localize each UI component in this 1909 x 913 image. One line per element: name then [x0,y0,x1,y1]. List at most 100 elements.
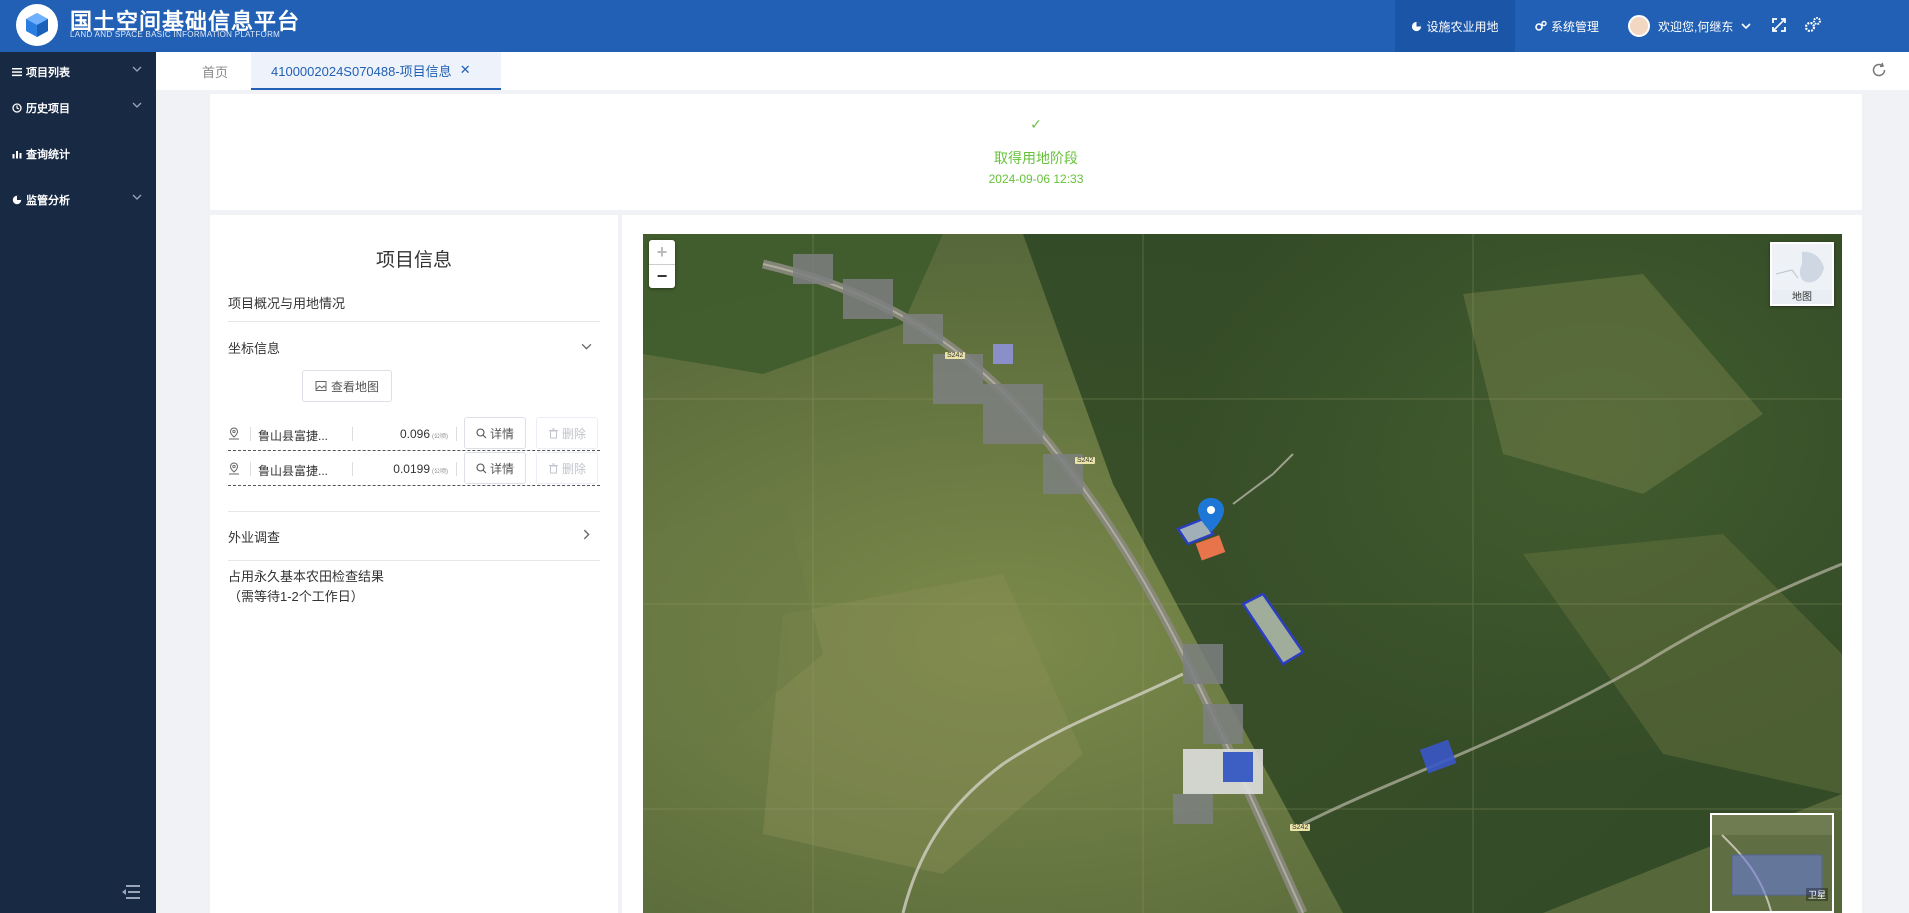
platform-logo[interactable] [16,4,58,46]
collapse-sidebar-icon[interactable] [122,884,140,905]
coord-name: 鲁山县富捷... [258,464,329,478]
overview-map[interactable]: 卫星 [1710,813,1834,913]
view-map-label: 查看地图 [330,379,379,394]
detail-label: 详情 [489,461,514,476]
user-greeting: 欢迎您,何继东 [1658,19,1734,34]
gears-icon [1535,20,1547,31]
chevron-down-icon [132,102,142,108]
view-map-button[interactable]: 查看地图 [302,370,392,402]
divider [228,321,600,322]
road-label: S242 [1290,824,1311,831]
satellite-imagery [643,234,1842,913]
coord-row: 鲁山县富捷... 0.0199 (公顷) 详情 删除 [228,452,600,486]
delete-button[interactable]: 删除 [536,452,598,484]
sidebar-item-label: 项目列表 [26,67,70,79]
user-menu[interactable]: 欢迎您,何继东 [1628,0,1751,52]
road-label: S242 [1075,457,1096,464]
satellite-map[interactable]: S242 S242 S242 + − 地图 卫星 [643,234,1842,913]
location-pin-icon [229,427,239,440]
close-icon[interactable]: ✕ [460,62,471,78]
check-result-note: （需等待1-2个工作日） [228,589,364,604]
coord-area: 0.096 (公顷) [348,427,448,441]
sidebar: 项目列表 历史项目 查询统计 监管分析 [0,52,156,913]
basemap-switcher[interactable]: 地图 [1770,242,1834,306]
section-coords-label: 坐标信息 [228,341,281,356]
detail-button[interactable]: 详情 [464,452,526,484]
sidebar-item-history[interactable]: 历史项目 [12,98,142,118]
stage-date: 2024-09-06 12:33 [988,172,1084,186]
pie-chart-icon [12,195,22,205]
image-icon [315,381,327,391]
chevron-right-icon [583,529,590,540]
coord-area-unit: (公顷) [432,469,448,475]
zoom-in-button[interactable]: + [649,240,675,264]
divider [228,511,600,512]
chevron-down-icon [581,343,592,350]
coord-area-unit: (公顷) [432,434,448,440]
avatar [1628,15,1650,37]
detail-button[interactable]: 详情 [464,417,526,449]
farmland-check-result: 占用永久基本农田检查结果 （需等待1-2个工作日） [228,567,600,607]
coord-row: 鲁山县富捷... 0.096 (公顷) 详情 删除 [228,417,600,451]
stage-card: ✓ 取得用地阶段 2024-09-06 12:33 [210,94,1862,210]
sidebar-item-label: 历史项目 [26,103,70,115]
section-coords[interactable]: 坐标信息 [228,338,600,357]
basemap-thumbnail [1772,244,1832,290]
road-label: S242 [945,352,966,359]
trash-icon [548,463,558,473]
trash-icon [548,428,558,438]
location-pin-icon [229,462,239,475]
nav-facility-agriculture[interactable]: 设施农业用地 [1395,0,1515,52]
nav-system-management[interactable]: 系统管理 [1535,0,1599,52]
section-overview[interactable]: 项目概况与用地情况 [228,293,600,312]
check-icon: ✓ [1030,116,1042,132]
nav-facility-agriculture-label: 设施农业用地 [1426,19,1499,34]
delete-label: 删除 [561,426,586,441]
divider [456,462,457,476]
chevron-down-icon [1741,23,1751,30]
chevron-down-icon [132,194,142,200]
coord-area-value: 0.0199 [393,462,430,476]
divider [456,427,457,441]
divider [228,560,600,561]
top-header: 国土空间基础信息平台 LAND AND SPACE BASIC INFORMAT… [0,0,1909,52]
sidebar-item-query-stats[interactable]: 查询统计 [12,144,142,164]
fullscreen-icon[interactable] [1768,14,1790,36]
settings-icon[interactable] [1802,14,1824,36]
tab-project-info-label: 4100002024S070488-项目信息 [271,63,452,79]
search-icon [476,427,487,438]
search-icon [476,462,487,473]
coord-area-value: 0.096 [399,427,430,441]
nav-system-management-label: 系统管理 [1551,19,1600,34]
pie-chart-icon [1412,21,1422,31]
sidebar-item-label: 监管分析 [26,195,70,207]
tab-bar: 首页 4100002024S070488-项目信息 ✕ [156,52,1909,90]
overview-label: 卫星 [1805,888,1828,901]
tab-project-info[interactable]: 4100002024S070488-项目信息 ✕ [251,52,501,90]
stage-label: 取得用地阶段 [994,150,1078,166]
tab-home[interactable]: 首页 [202,52,228,90]
zoom-control: + − [649,240,675,288]
bar-chart-icon [12,151,22,159]
sidebar-item-project-list[interactable]: 项目列表 [12,62,142,82]
check-result-title: 占用永久基本农田检查结果 [228,569,385,584]
section-field-survey[interactable]: 外业调查 [228,527,600,546]
coord-area: 0.0199 (公顷) [348,462,448,476]
cube-icon [26,13,48,37]
refresh-icon[interactable] [1871,62,1887,83]
delete-button[interactable]: 删除 [536,417,598,449]
divider [250,462,251,476]
detail-label: 详情 [489,426,514,441]
zoom-out-button[interactable]: − [649,264,675,288]
sidebar-item-supervision[interactable]: 监管分析 [12,190,142,210]
sidebar-item-label: 查询统计 [26,149,70,161]
delete-label: 删除 [561,461,586,476]
coord-name: 鲁山县富捷... [258,429,329,443]
chevron-down-icon [132,66,142,72]
basemap-label: 地图 [1792,292,1812,303]
panel-title: 项目信息 [375,250,452,271]
platform-subtitle: LAND AND SPACE BASIC INFORMATION PLATFOR… [70,30,281,39]
list-icon [12,68,22,77]
project-info-panel: 项目信息 项目概况与用地情况 坐标信息 查看地图 鲁山县富捷... 0.096(… [210,215,618,913]
history-icon [12,103,22,113]
